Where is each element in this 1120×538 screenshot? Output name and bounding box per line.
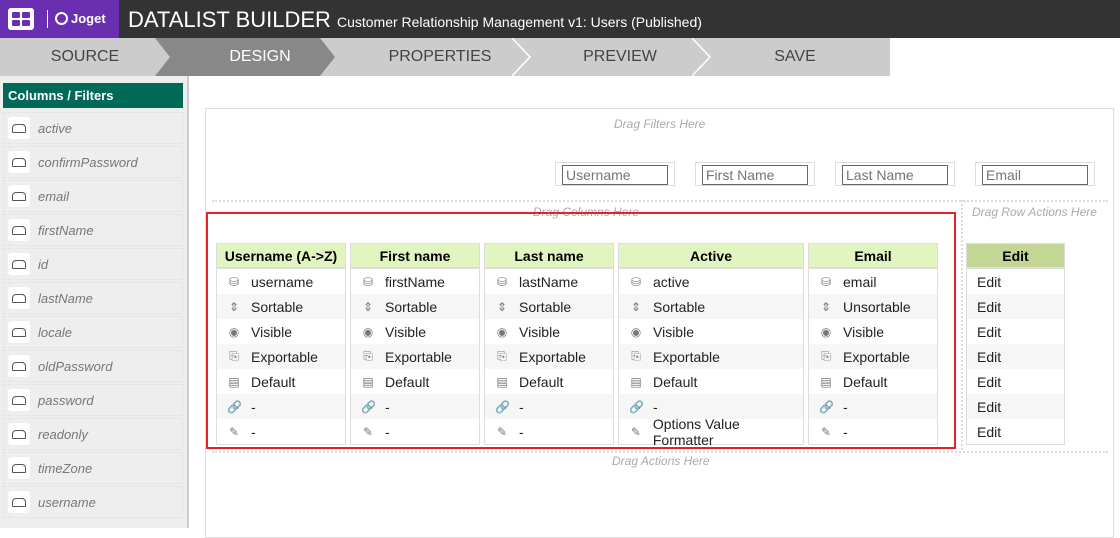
field-icon (8, 117, 30, 139)
top-header: Joget DATALIST BUILDER Customer Relations… (0, 0, 1120, 38)
app-grid-icon[interactable] (8, 8, 34, 30)
drag-filters-hint: Drag Filters Here (614, 117, 706, 131)
sidebar-item-username[interactable]: username (3, 486, 183, 518)
field-icon (8, 151, 30, 173)
tab-separator (512, 38, 532, 76)
sidebar-item-oldPassword[interactable]: oldPassword (3, 350, 183, 382)
field-icon (8, 219, 30, 241)
filter-item[interactable] (555, 162, 675, 186)
sidebar-item-label: email (38, 188, 70, 204)
step-tabs: SOURCE DESIGN PROPERTIES PREVIEW SAVE (0, 38, 890, 76)
builder-title: DATALIST BUILDER (128, 7, 331, 32)
property-value: Edit (977, 323, 1002, 340)
property-value: Edit (977, 398, 1002, 415)
tab-preview[interactable]: PREVIEW (530, 38, 710, 76)
filter-input-2[interactable] (842, 165, 948, 185)
divider (961, 200, 963, 450)
logo-area: Joget (0, 0, 119, 38)
property-value: Edit (977, 348, 1002, 365)
sidebar-item-id[interactable]: id (3, 248, 183, 280)
sidebar-item-locale[interactable]: locale (3, 316, 183, 348)
logo-text: Joget (71, 11, 106, 26)
field-icon (8, 457, 30, 479)
field-icon (8, 491, 30, 513)
sidebar-item-confirmPassword[interactable]: confirmPassword (3, 146, 183, 178)
joget-logo: Joget (55, 11, 106, 26)
filter-item[interactable] (695, 162, 815, 186)
column-property-row: Edit (967, 369, 1064, 394)
tab-save[interactable]: SAVE (705, 38, 885, 76)
row-action-edit[interactable]: Edit Edit Edit Edit Edit Edit Edit Edit (966, 243, 1065, 445)
sidebar-item-lastName[interactable]: lastName (3, 282, 183, 314)
divider (212, 200, 964, 202)
sidebar-item-label: lastName (38, 290, 93, 306)
field-icon (8, 287, 30, 309)
sidebar-item-label: id (38, 256, 49, 272)
filter-input-3[interactable] (982, 165, 1088, 185)
column-property-row: Edit (967, 269, 1064, 294)
field-icon (8, 423, 30, 445)
field-icon (8, 253, 30, 275)
filter-item[interactable] (835, 162, 955, 186)
column-property-row: Edit (967, 294, 1064, 319)
selection-highlight (206, 212, 956, 449)
divider (964, 200, 1108, 202)
sidebar-item-label: timeZone (38, 460, 93, 476)
sidebar-item-active[interactable]: active (3, 112, 183, 144)
tab-separator (692, 38, 712, 76)
sidebar-item-timeZone[interactable]: timeZone (3, 452, 183, 484)
sidebar-item-readonly[interactable]: readonly (3, 418, 183, 450)
sidebar-title: Columns / Filters (3, 83, 183, 108)
sidebar-item-label: readonly (38, 426, 88, 442)
property-value: Edit (977, 273, 1002, 290)
sidebar-item-label: oldPassword (38, 358, 113, 374)
sidebar-item-label: username (38, 494, 96, 510)
drag-actions-hint: Drag Actions Here (612, 454, 710, 468)
row-action-header[interactable]: Edit (967, 244, 1064, 269)
sidebar-item-label: active (38, 120, 72, 136)
sidebar-item-label: password (38, 392, 94, 408)
filter-input-1[interactable] (702, 165, 808, 185)
filter-input-0[interactable] (562, 165, 668, 185)
column-property-row: Edit (967, 394, 1064, 419)
tab-properties[interactable]: PROPERTIES (350, 38, 530, 76)
page-title: DATALIST BUILDER Customer Relationship Ma… (128, 7, 702, 33)
property-value: Edit (977, 423, 1002, 440)
field-icon (8, 389, 30, 411)
column-property-row: Edit (967, 319, 1064, 344)
sidebar-item-email[interactable]: email (3, 180, 183, 212)
property-value: Edit (977, 373, 1002, 390)
field-icon (8, 185, 30, 207)
sidebar: Columns / Filters active confirmPassword e… (0, 76, 189, 528)
divider (47, 10, 48, 28)
field-icon (8, 355, 30, 377)
drag-row-actions-hint: Drag Row Actions Here (972, 205, 1097, 219)
sidebar-item-firstName[interactable]: firstName (3, 214, 183, 246)
column-property-row: Edit (967, 419, 1064, 444)
sidebar-item-label: confirmPassword (38, 154, 138, 170)
app-subtitle: Customer Relationship Management v1: Use… (336, 14, 702, 30)
column-property-row: Edit (967, 344, 1064, 369)
sidebar-item-label: firstName (38, 222, 94, 238)
property-value: Edit (977, 298, 1002, 315)
sidebar-item-password[interactable]: password (3, 384, 183, 416)
filter-item[interactable] (975, 162, 1095, 186)
tab-source[interactable]: SOURCE (0, 38, 170, 76)
sidebar-item-label: locale (38, 324, 72, 340)
tab-design[interactable]: DESIGN (155, 38, 335, 76)
field-icon (8, 321, 30, 343)
divider (212, 451, 1108, 453)
